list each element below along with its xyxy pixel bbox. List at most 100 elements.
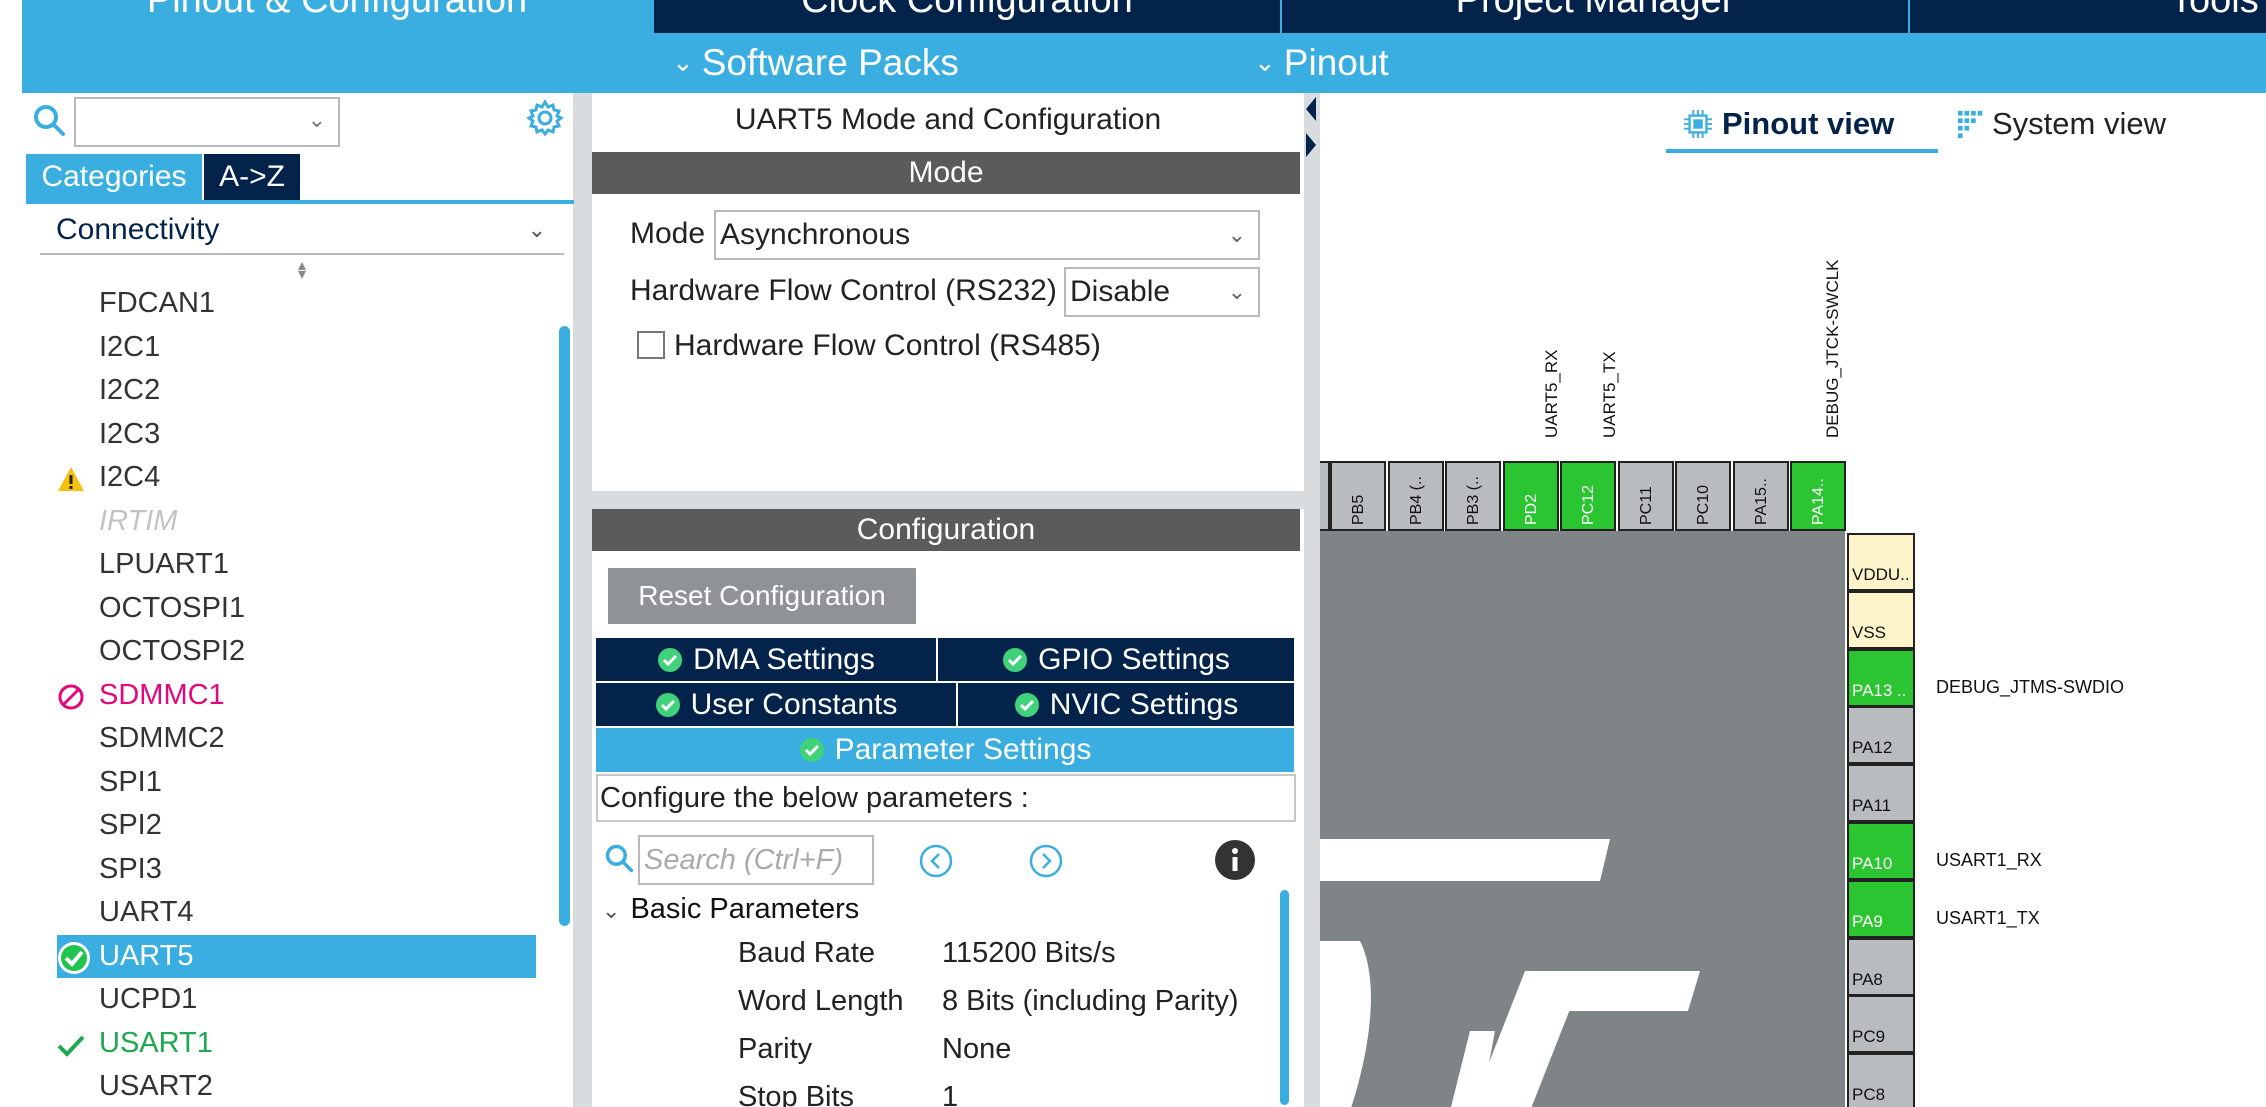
pin[interactable]: PB4 (.. <box>1387 461 1444 531</box>
parameters-hint: Configure the below parameters : <box>596 774 1296 822</box>
chevron-down-icon: ⌄ <box>527 217 546 242</box>
scrollbar[interactable] <box>559 326 570 926</box>
pin[interactable]: PC12 <box>1560 461 1616 531</box>
peripheral-item[interactable]: FDCAN1 <box>22 282 542 326</box>
parameter-row[interactable]: Stop Bits 1 <box>592 1081 1272 1107</box>
previous-icon[interactable] <box>918 843 954 879</box>
peripheral-item[interactable]: USART2 <box>22 1065 542 1107</box>
pin[interactable]: PA9 <box>1847 879 1915 938</box>
pin[interactable]: PA11 <box>1847 764 1915 823</box>
tab-dma-settings[interactable]: DMA Settings <box>596 638 936 681</box>
pin[interactable]: PD2 <box>1502 461 1559 531</box>
tab-a-z[interactable]: A->Z <box>204 154 300 200</box>
parameter-search-input[interactable]: Search (Ctrl+F) <box>638 835 874 885</box>
pin[interactable] <box>1320 461 1330 531</box>
peripheral-label: SPI3 <box>99 852 162 885</box>
system-view-button[interactable]: System view <box>1948 101 2188 147</box>
pin-name: PD2 <box>1522 493 1540 525</box>
peripheral-item[interactable]: USART1 <box>22 1022 542 1066</box>
pin[interactable]: PA14.. <box>1790 461 1846 531</box>
peripheral-label: I2C3 <box>99 417 161 450</box>
chevron-down-icon: ⌄ <box>1227 279 1246 304</box>
hfc-rs232-select[interactable]: Disable ⌄ <box>1064 267 1260 317</box>
pin[interactable]: PA12 <box>1847 706 1915 765</box>
pin[interactable]: VSS <box>1847 590 1915 649</box>
peripheral-item[interactable]: UART5 <box>57 934 536 978</box>
peripheral-label: UCPD1 <box>99 983 198 1015</box>
gear-icon[interactable] <box>526 99 564 137</box>
peripheral-item[interactable]: I2C1 <box>22 326 542 370</box>
tab-user-constants[interactable]: User Constants <box>596 683 956 726</box>
peripheral-label: IRTIM <box>99 504 178 537</box>
mode-select[interactable]: Asynchronous ⌄ <box>714 210 1260 260</box>
peripheral-label: OCTOSPI2 <box>99 635 246 667</box>
software-packs-menu[interactable]: ⌄ Software Packs <box>672 39 959 90</box>
parameter-name: Stop Bits <box>738 1081 855 1107</box>
peripheral-item[interactable]: OCTOSPI2 <box>22 630 542 674</box>
pin[interactable]: PA13 .. <box>1847 648 1915 707</box>
collapse-arrows-icon[interactable] <box>1302 93 1320 163</box>
peripheral-item[interactable]: I2C2 <box>22 369 542 413</box>
peripheral-label: I2C2 <box>99 374 161 406</box>
peripheral-item[interactable]: OCTOSPI1 <box>22 587 542 631</box>
peripheral-item[interactable]: I2C3 <box>22 413 542 457</box>
panel-splitter[interactable] <box>592 491 1304 509</box>
scrollbar[interactable] <box>1280 890 1289 1105</box>
chip-icon <box>1683 109 1713 139</box>
mcu-chip-body[interactable] <box>1320 531 1845 1107</box>
info-icon[interactable] <box>1214 839 1256 881</box>
peripheral-item[interactable]: SPI3 <box>22 848 542 892</box>
pin[interactable]: PB5 <box>1330 461 1386 531</box>
parameter-row[interactable]: Parity None <box>592 1033 1272 1081</box>
panel-splitter[interactable] <box>1304 93 1320 1107</box>
panel-title: UART5 Mode and Configuration <box>734 103 1162 136</box>
tab-categories[interactable]: Categories <box>26 154 202 200</box>
pinout-menu[interactable]: ⌄ Pinout <box>1254 39 1389 90</box>
chevron-down-icon: ⌄ <box>1254 47 1276 77</box>
pin-name: VDDU.. <box>1852 565 1910 584</box>
pin[interactable]: PB3 (.. <box>1445 461 1501 531</box>
tab-project-manager[interactable]: Project Manager <box>1282 0 1908 33</box>
pin[interactable]: PC11 <box>1617 461 1674 531</box>
pin[interactable]: PC10 <box>1675 461 1731 531</box>
basic-parameters-group[interactable]: ⌄ Basic Parameters <box>602 893 859 926</box>
pin[interactable]: VDDU.. <box>1847 533 1915 591</box>
parameter-row[interactable]: Word Length 8 Bits (including Parity) <box>592 985 1272 1033</box>
tab-nvic-settings[interactable]: NVIC Settings <box>958 683 1294 726</box>
search-icon[interactable] <box>32 103 66 137</box>
chevron-down-icon[interactable]: ⌄ <box>308 107 326 133</box>
peripheral-search-input[interactable]: ⌄ <box>74 97 340 147</box>
pin[interactable]: PC8 <box>1847 1053 1915 1107</box>
tab-clock-configuration[interactable]: Clock Configuration <box>654 0 1280 33</box>
menu-label: Software Packs <box>701 42 959 83</box>
parameter-value: 1 <box>942 1081 959 1107</box>
pin-signal-label: UART5_RX <box>1542 349 1561 439</box>
peripheral-item[interactable]: SDMMC1 <box>22 674 542 718</box>
peripheral-item[interactable]: SPI2 <box>22 804 542 848</box>
pin[interactable]: PA8 <box>1847 937 1915 996</box>
pinout-view-button[interactable]: Pinout view <box>1666 101 1938 153</box>
pin[interactable]: PA10 <box>1847 822 1915 880</box>
peripheral-item[interactable]: LPUART1 <box>22 543 542 587</box>
hfc-rs485-checkbox[interactable] <box>637 331 665 359</box>
parameter-row[interactable]: Baud Rate 115200 Bits/s <box>592 937 1272 985</box>
peripheral-item[interactable]: UART4 <box>22 891 542 935</box>
tab-pinout-configuration[interactable]: Pinout & Configuration <box>22 0 652 33</box>
peripheral-item[interactable]: UCPD1 <box>22 978 542 1022</box>
pin-signal-label: USART1_RX <box>1936 850 2042 870</box>
next-icon[interactable] <box>1028 843 1064 879</box>
reset-configuration-button[interactable]: Reset Configuration <box>608 568 916 624</box>
pin[interactable]: PA15.. <box>1732 461 1789 531</box>
peripheral-item[interactable]: SDMMC2 <box>22 717 542 761</box>
category-select[interactable]: Connectivity ⌄ <box>40 205 564 255</box>
peripheral-item[interactable]: I2C4 <box>22 456 542 500</box>
panel-splitter[interactable] <box>574 93 592 1107</box>
tab-gpio-settings[interactable]: GPIO Settings <box>938 638 1294 681</box>
peripheral-item[interactable]: SPI1 <box>22 761 542 805</box>
sort-icon[interactable]: ▴ ▾ <box>298 258 306 283</box>
search-icon[interactable] <box>604 843 634 873</box>
tab-tools[interactable]: Tools <box>1910 0 2266 33</box>
peripheral-item[interactable]: IRTIM <box>22 500 542 544</box>
pin[interactable]: PC9 <box>1847 995 1915 1054</box>
tab-parameter-settings[interactable]: Parameter Settings <box>596 728 1294 772</box>
